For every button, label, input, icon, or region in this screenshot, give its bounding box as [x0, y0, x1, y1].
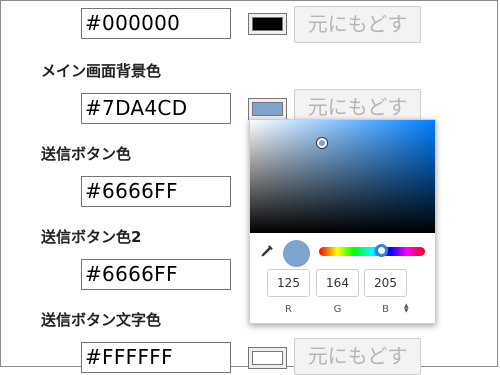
channel-label-r: R: [285, 304, 292, 315]
color-swatch-send-button-text[interactable]: [248, 347, 287, 369]
channel-input-r[interactable]: 125: [267, 269, 310, 297]
channel-input-g[interactable]: 164: [316, 269, 359, 297]
hex-input-send-button[interactable]: #6666FF: [81, 176, 231, 207]
channel-label-b: B: [382, 304, 389, 315]
reset-button-0[interactable]: 元にもどす: [294, 6, 421, 43]
color-picker-popup: 125 164 205 R G B ▴ ▾: [249, 119, 436, 324]
reset-button-send-button-text[interactable]: 元にもどす: [294, 338, 421, 375]
sv-handle[interactable]: [317, 137, 328, 148]
label-send-button-text-color: 送信ボタン文字色: [41, 311, 162, 329]
color-swatch-main-bg[interactable]: [248, 98, 287, 120]
hue-slider-handle[interactable]: [375, 244, 389, 257]
channel-input-b[interactable]: 205: [364, 269, 407, 297]
stepper-arrows-icon[interactable]: ▴ ▾: [404, 302, 409, 316]
hex-input-0[interactable]: #000000: [81, 8, 231, 39]
label-send-button-color2: 送信ボタン色2: [41, 228, 142, 246]
hue-slider[interactable]: [319, 244, 425, 257]
hex-input-send-button-text[interactable]: #FFFFFF: [81, 342, 231, 373]
label-send-button-color: 送信ボタン色: [41, 145, 132, 163]
saturation-value-area[interactable]: [250, 120, 435, 233]
hex-input-main-bg[interactable]: #7DA4CD: [81, 93, 231, 124]
channel-label-g: G: [333, 304, 342, 315]
label-main-bg-color: メイン画面背景色: [41, 62, 162, 80]
hex-input-send-button2[interactable]: #6666FF: [81, 259, 231, 290]
color-preview: [283, 240, 310, 267]
color-swatch-0[interactable]: [248, 13, 287, 35]
eyedropper-icon[interactable]: [260, 244, 274, 258]
